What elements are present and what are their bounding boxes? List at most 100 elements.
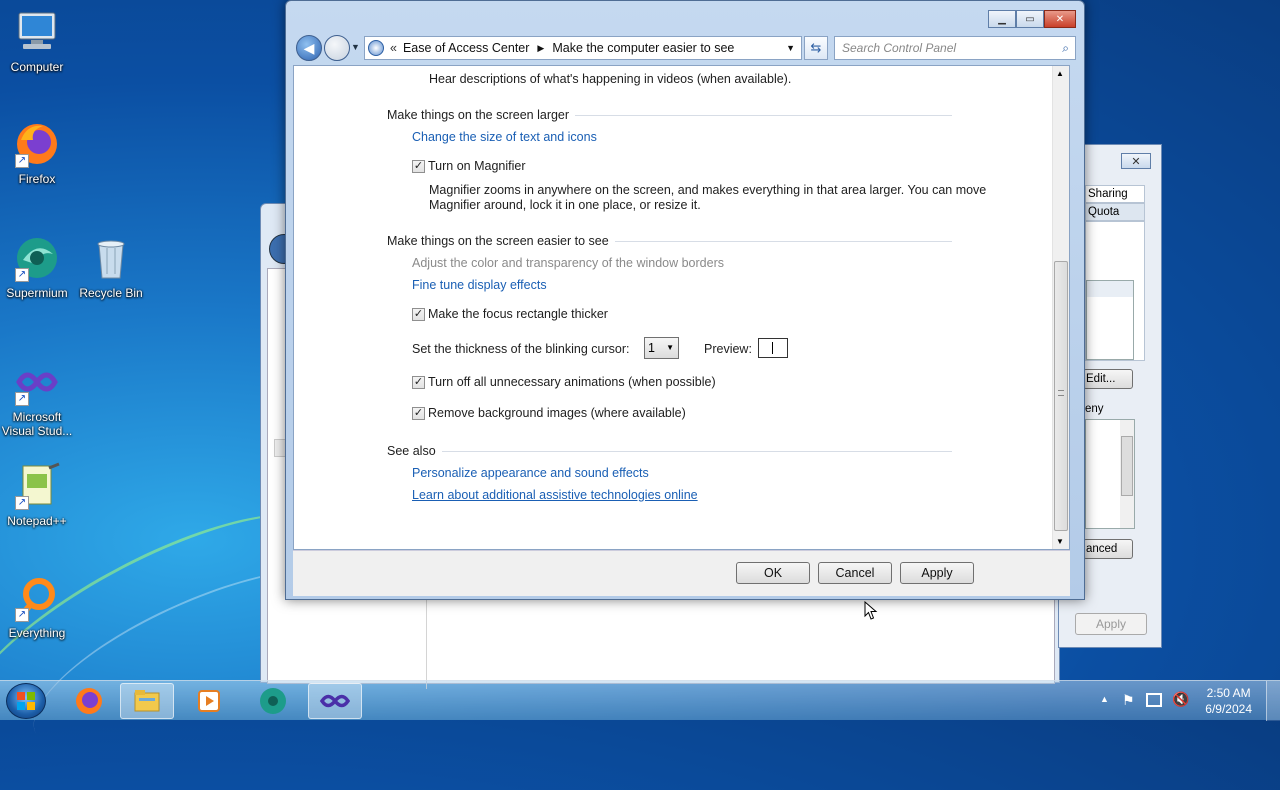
personalize-link[interactable]: Personalize appearance and sound effects xyxy=(412,466,649,480)
divider xyxy=(426,599,427,689)
background-images-checkbox[interactable]: ✓ xyxy=(412,407,425,420)
scroll-up-icon[interactable]: ▲ xyxy=(1056,69,1064,78)
maximize-icon: ▭ xyxy=(1025,13,1035,25)
animations-label[interactable]: Turn off all unnecessary animations (whe… xyxy=(428,375,716,389)
system-clock[interactable]: 2:50 AM 6/9/2024 xyxy=(1205,685,1252,717)
address-bar[interactable]: « Ease of Access Center ▶ Make the compu… xyxy=(364,36,802,60)
scroll-thumb[interactable] xyxy=(1054,261,1068,531)
search-icon[interactable]: ⌕ xyxy=(1062,37,1069,59)
notepadpp-icon: ↗ xyxy=(13,462,61,510)
show-hidden-icons-icon[interactable]: ▲ xyxy=(1100,694,1109,704)
breadcrumb-ease-of-access-center[interactable]: Ease of Access Center xyxy=(403,41,529,55)
shortcut-arrow-icon: ↗ xyxy=(15,154,29,168)
section-heading-larger: Make things on the screen larger xyxy=(387,108,952,122)
breadcrumb-separator-icon[interactable]: ▶ xyxy=(537,43,544,54)
cancel-button[interactable]: Cancel xyxy=(818,562,892,584)
desktop-icon-supermium[interactable]: ↗ Supermium xyxy=(0,234,76,300)
tab-quota[interactable]: Quota xyxy=(1085,203,1145,221)
folder-icon xyxy=(134,690,160,712)
taskbar-explorer[interactable] xyxy=(120,683,174,719)
focus-rectangle-checkbox[interactable]: ✓ xyxy=(412,308,425,321)
animations-checkbox[interactable]: ✓ xyxy=(412,376,425,389)
refresh-button[interactable]: ⇆ xyxy=(804,36,828,60)
scrollbar[interactable] xyxy=(1120,420,1134,528)
magnifier-description: Magnifier around, lock it in one place, … xyxy=(429,198,701,212)
ok-button[interactable]: OK xyxy=(736,562,810,584)
cursor-preview-caret xyxy=(772,342,773,354)
tab-panel xyxy=(1085,221,1145,361)
taskbar-visual-studio[interactable] xyxy=(308,683,362,719)
recent-pages-dropdown[interactable]: ▼ xyxy=(351,42,360,52)
maximize-button[interactable]: ▭ xyxy=(1016,10,1044,28)
volume-muted-icon[interactable]: 🔇 xyxy=(1172,691,1189,708)
edit-button[interactable]: Edit... xyxy=(1083,369,1133,389)
action-center-flag-icon[interactable]: ⚑ xyxy=(1122,692,1135,709)
refresh-icon: ⇆ xyxy=(810,40,822,55)
ease-of-access-window[interactable]: ▁ ▭ ✕ ◀ ▼ « Ease of Access Center ▶ Make… xyxy=(285,0,1085,600)
start-button[interactable] xyxy=(6,683,46,719)
background-images-label[interactable]: Remove background images (where availabl… xyxy=(428,406,686,420)
breadcrumb-overflow-icon[interactable]: « xyxy=(390,41,397,55)
back-button[interactable]: ◀ xyxy=(296,35,322,61)
desktop-icon-recycle-bin[interactable]: Recycle Bin xyxy=(72,234,150,300)
desktop-icon-label: Firefox xyxy=(18,172,56,186)
heading-divider xyxy=(575,114,952,116)
minimize-button[interactable]: ▁ xyxy=(988,10,1016,28)
assistive-technologies-link[interactable]: Learn about additional assistive technol… xyxy=(412,488,698,502)
address-dropdown-icon[interactable]: ▼ xyxy=(786,43,795,53)
settings-content: Hear descriptions of what's happening in… xyxy=(293,65,1070,550)
desktop-icon-label: Recycle Bin xyxy=(79,286,143,300)
visual-studio-icon xyxy=(319,694,351,708)
scroll-down-icon[interactable]: ▼ xyxy=(1056,537,1064,546)
firefox-icon xyxy=(76,688,102,714)
taskbar-supermium[interactable] xyxy=(246,683,300,719)
magnifier-checkbox[interactable]: ✓ xyxy=(412,160,425,173)
fine-tune-display-link[interactable]: Fine tune display effects xyxy=(412,278,547,292)
section-heading-see-also: See also xyxy=(387,444,952,458)
section-heading-text: Make things on the screen easier to see xyxy=(387,234,609,248)
taskbar-media-player[interactable] xyxy=(182,683,236,719)
search-input[interactable]: Search Control Panel ⌕ xyxy=(834,36,1076,60)
scroll-thumb[interactable] xyxy=(1121,436,1133,496)
show-desktop-button[interactable] xyxy=(1266,681,1280,721)
list-box xyxy=(1086,280,1134,360)
focus-rectangle-label[interactable]: Make the focus rectangle thicker xyxy=(428,307,608,321)
clock-time: 2:50 AM xyxy=(1206,686,1251,700)
apply-button[interactable]: Apply xyxy=(900,562,974,584)
clock-date: 6/9/2024 xyxy=(1205,702,1252,716)
breadcrumb-current-page[interactable]: Make the computer easier to see xyxy=(552,41,734,55)
list-item xyxy=(1087,281,1133,297)
desktop-icon-everything[interactable]: ↗ Everything xyxy=(0,574,76,640)
cursor-thickness-label: Set the thickness of the blinking cursor… xyxy=(412,342,630,356)
tab-sharing[interactable]: Sharing xyxy=(1085,185,1145,203)
window-borders-link-disabled: Adjust the color and transparency of the… xyxy=(412,256,724,270)
firefox-icon: ↗ xyxy=(13,120,61,168)
desktop-icon-visual-studio[interactable]: ↗ Microsoft Visual Stud... xyxy=(0,358,76,438)
close-icon: ✕ xyxy=(1055,13,1065,25)
change-text-size-link[interactable]: Change the size of text and icons xyxy=(412,130,597,144)
magnifier-label[interactable]: Turn on Magnifier xyxy=(428,159,526,173)
desktop-icon-firefox[interactable]: ↗ Firefox xyxy=(0,120,76,186)
magnifier-description: Magnifier zooms in anywhere on the scree… xyxy=(429,183,987,197)
permissions-list xyxy=(1085,419,1135,529)
computer-icon xyxy=(13,8,61,56)
taskbar: ▲ ⚑ 🔇 2:50 AM 6/9/2024 xyxy=(0,680,1280,721)
close-icon[interactable]: ✕ xyxy=(1121,153,1151,169)
desktop-icon-label: Computer xyxy=(10,60,64,74)
desktop-icon-computer[interactable]: Computer xyxy=(0,8,76,74)
desktop-icon-label: Notepad++ xyxy=(7,514,67,528)
search-placeholder: Search Control Panel xyxy=(842,41,957,55)
back-arrow-icon: ◀ xyxy=(303,39,315,56)
desktop-icon-notepadpp[interactable]: ↗ Notepad++ xyxy=(0,462,76,528)
taskbar-firefox[interactable] xyxy=(62,683,116,719)
shortcut-arrow-icon: ↗ xyxy=(15,496,29,510)
audio-description-text: Hear descriptions of what's happening in… xyxy=(429,72,792,86)
vertical-scrollbar[interactable]: ▲ ▼ xyxy=(1052,66,1069,549)
network-icon[interactable] xyxy=(1146,693,1162,707)
forward-button[interactable] xyxy=(324,35,350,61)
cursor-preview-box xyxy=(758,338,788,358)
advanced-button[interactable]: anced xyxy=(1083,539,1133,559)
cursor-thickness-select[interactable]: 1 ▼ xyxy=(644,337,679,359)
minimize-icon: ▁ xyxy=(998,13,1006,25)
close-button[interactable]: ✕ xyxy=(1044,10,1076,28)
